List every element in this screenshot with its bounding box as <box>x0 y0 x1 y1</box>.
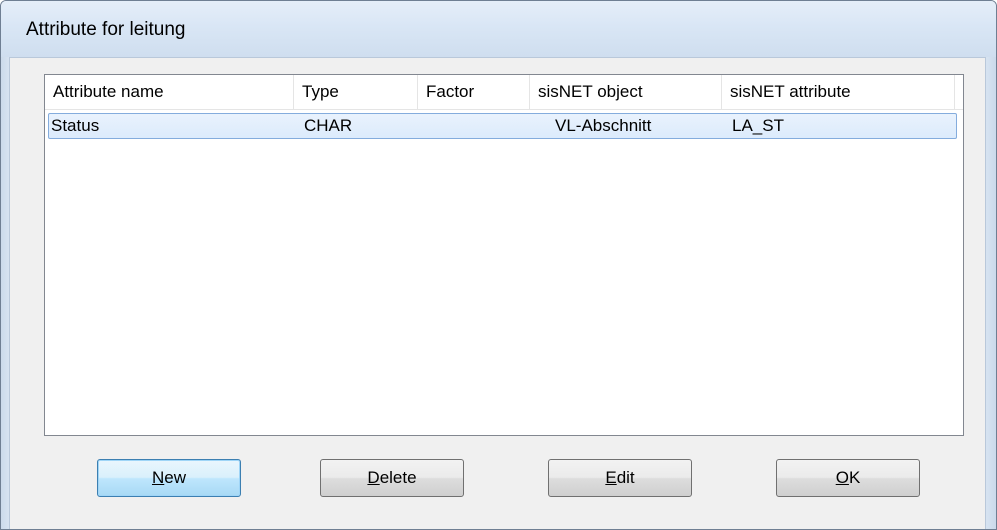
new-button-mnemonic: N <box>151 468 165 487</box>
window-title: Attribute for leitung <box>26 19 186 40</box>
ok-button[interactable]: OK <box>776 459 920 497</box>
cell-attribute-name: Status <box>51 116 100 135</box>
cell-sisnet-object: VL-Abschnitt <box>555 116 652 135</box>
ok-button-mnemonic: O <box>835 468 849 487</box>
column-header-sisnet-object[interactable]: sisNET object <box>530 75 722 109</box>
delete-button[interactable]: Delete <box>320 459 464 497</box>
edit-button-mnemonic: E <box>605 468 617 487</box>
ok-button-label: K <box>848 468 861 487</box>
new-button-label: ew <box>164 468 186 487</box>
delete-button-label: elete <box>379 468 417 487</box>
column-header-attribute-name[interactable]: Attribute name <box>45 75 294 109</box>
column-header-filler <box>955 75 963 109</box>
column-header-sisnet-attribute[interactable]: sisNET attribute <box>722 75 955 109</box>
table-row[interactable]: Status CHAR VL-Abschnitt LA_ST <box>48 113 957 139</box>
cell-type: CHAR <box>304 116 353 135</box>
edit-button[interactable]: Edit <box>548 459 692 497</box>
new-button[interactable]: New <box>97 459 241 497</box>
delete-button-mnemonic: D <box>367 468 380 487</box>
dialog-window: Attribute for leitung Attribute name Typ… <box>0 0 997 530</box>
window-left-border <box>1 57 10 529</box>
column-header-type[interactable]: Type <box>294 75 418 109</box>
title-bar[interactable]: Attribute for leitung <box>1 1 996 58</box>
attribute-list-view[interactable]: Attribute name Type Factor sisNET object… <box>44 74 964 436</box>
window-right-border <box>985 57 996 529</box>
cell-sisnet-attribute: LA_ST <box>732 116 784 135</box>
list-header: Attribute name Type Factor sisNET object… <box>45 75 963 110</box>
edit-button-label: dit <box>616 468 635 487</box>
column-header-factor[interactable]: Factor <box>418 75 530 109</box>
